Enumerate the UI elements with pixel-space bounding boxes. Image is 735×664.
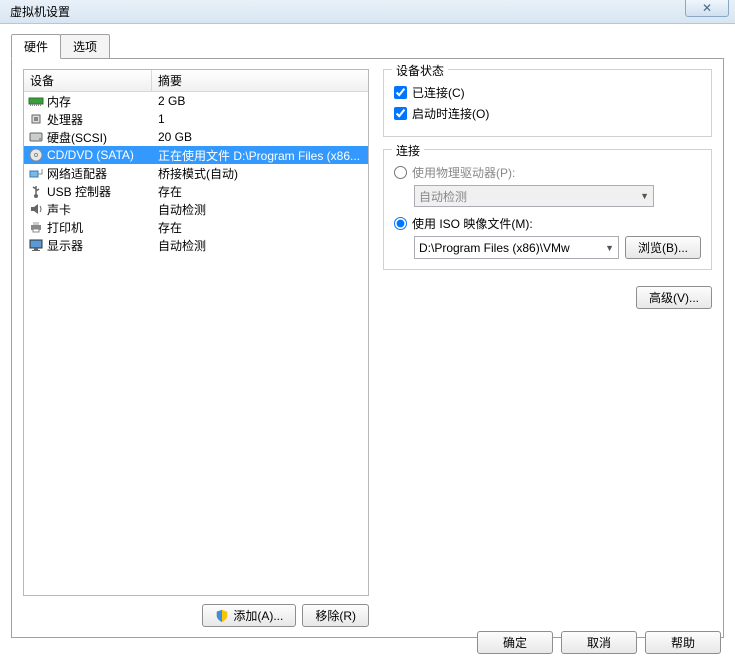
- device-row[interactable]: 硬盘(SCSI) 20 GB: [24, 128, 368, 146]
- usb-icon: [28, 183, 44, 199]
- device-name: 声卡: [47, 201, 71, 218]
- device-summary: 20 GB: [152, 130, 368, 144]
- chevron-down-icon: ▼: [605, 243, 614, 253]
- tab-hardware[interactable]: 硬件: [11, 34, 61, 59]
- group-status-title: 设备状态: [392, 62, 448, 79]
- device-name: 打印机: [47, 219, 83, 236]
- cd-icon: [28, 147, 44, 163]
- combo-iso-path[interactable]: D:\Program Files (x86)\VMw ▼: [414, 236, 619, 259]
- device-name: 显示器: [47, 237, 83, 254]
- device-name: 处理器: [47, 111, 83, 128]
- radio-iso-row[interactable]: 使用 ISO 映像文件(M):: [394, 215, 701, 232]
- iso-row: D:\Program Files (x86)\VMw ▼ 浏览(B)...: [414, 236, 701, 259]
- ok-button[interactable]: 确定: [477, 631, 553, 654]
- checkbox-connected-label: 已连接(C): [412, 84, 465, 101]
- checkbox-poweron-row[interactable]: 启动时连接(O): [394, 105, 701, 122]
- device-summary: 正在使用文件 D:\Program Files (x86...: [152, 147, 368, 164]
- col-header-device[interactable]: 设备: [24, 70, 152, 91]
- iso-path-value: D:\Program Files (x86)\VMw: [419, 241, 570, 255]
- device-row[interactable]: 网络适配器 桥接模式(自动): [24, 164, 368, 182]
- device-summary: 1: [152, 112, 368, 126]
- cancel-button[interactable]: 取消: [561, 631, 637, 654]
- device-name: 硬盘(SCSI): [47, 129, 107, 146]
- device-row[interactable]: CD/DVD (SATA) 正在使用文件 D:\Program Files (x8…: [24, 146, 368, 164]
- shield-icon: [215, 609, 229, 623]
- group-device-status: 设备状态 已连接(C) 启动时连接(O): [383, 69, 712, 137]
- right-panel: 设备状态 已连接(C) 启动时连接(O) 连接 使用物理驱动器(P): 自动检测: [383, 69, 712, 627]
- device-summary: 存在: [152, 219, 368, 236]
- checkbox-poweron[interactable]: [394, 107, 407, 120]
- tab-options[interactable]: 选项: [60, 34, 110, 59]
- group-connection-title: 连接: [392, 142, 424, 159]
- radio-iso-label: 使用 ISO 映像文件(M):: [412, 215, 533, 232]
- device-summary: 2 GB: [152, 94, 368, 108]
- combo-physical-value: 自动检测: [419, 188, 467, 205]
- advanced-button[interactable]: 高级(V)...: [636, 286, 712, 309]
- group-connection: 连接 使用物理驱动器(P): 自动检测 ▼ 使用 ISO 映像文件(M): D:…: [383, 149, 712, 270]
- radio-iso[interactable]: [394, 217, 407, 230]
- remove-button-label: 移除(R): [315, 607, 356, 624]
- device-summary: 存在: [152, 183, 368, 200]
- device-summary: 自动检测: [152, 237, 368, 254]
- titlebar: 虚拟机设置 ✕: [0, 0, 735, 24]
- display-icon: [28, 237, 44, 253]
- tab-content: 设备 摘要 内存 2 GB 处理器 1 硬盘(SCSI) 20 GB CD/DVD (SAT…: [11, 58, 724, 638]
- col-header-summary[interactable]: 摘要: [152, 72, 368, 89]
- sound-icon: [28, 201, 44, 217]
- browse-button-label: 浏览(B)...: [638, 239, 688, 256]
- advanced-row: 高级(V)...: [383, 286, 712, 309]
- help-button[interactable]: 帮助: [645, 631, 721, 654]
- remove-button[interactable]: 移除(R): [302, 604, 369, 627]
- advanced-button-label: 高级(V)...: [649, 289, 699, 306]
- device-row[interactable]: 处理器 1: [24, 110, 368, 128]
- browse-button[interactable]: 浏览(B)...: [625, 236, 701, 259]
- checkbox-connected[interactable]: [394, 86, 407, 99]
- hdd-icon: [28, 129, 44, 145]
- list-header: 设备 摘要: [24, 70, 368, 92]
- device-summary: 桥接模式(自动): [152, 165, 368, 182]
- device-name: 网络适配器: [47, 165, 107, 182]
- device-name: CD/DVD (SATA): [47, 148, 134, 162]
- checkbox-connected-row[interactable]: 已连接(C): [394, 84, 701, 101]
- radio-physical-row[interactable]: 使用物理驱动器(P):: [394, 164, 701, 181]
- add-button-label: 添加(A)...: [233, 607, 283, 624]
- device-name: 内存: [47, 93, 71, 110]
- chevron-down-icon: ▼: [640, 191, 649, 201]
- left-panel: 设备 摘要 内存 2 GB 处理器 1 硬盘(SCSI) 20 GB CD/DVD (SAT…: [23, 69, 369, 627]
- close-button[interactable]: ✕: [685, 0, 729, 17]
- combo-physical-drive[interactable]: 自动检测 ▼: [414, 185, 654, 207]
- device-row[interactable]: 声卡 自动检测: [24, 200, 368, 218]
- radio-physical[interactable]: [394, 166, 407, 179]
- device-list: 设备 摘要 内存 2 GB 处理器 1 硬盘(SCSI) 20 GB CD/DVD (SAT…: [23, 69, 369, 596]
- memory-icon: [28, 93, 44, 109]
- device-name: USB 控制器: [47, 183, 111, 200]
- device-row[interactable]: 内存 2 GB: [24, 92, 368, 110]
- net-icon: [28, 165, 44, 181]
- add-button[interactable]: 添加(A)...: [202, 604, 296, 627]
- left-buttons: 添加(A)... 移除(R): [23, 604, 369, 627]
- close-icon: ✕: [702, 1, 712, 15]
- checkbox-poweron-label: 启动时连接(O): [412, 105, 489, 122]
- bottom-buttons: 确定 取消 帮助: [477, 631, 721, 654]
- cpu-icon: [28, 111, 44, 127]
- tabs: 硬件 选项: [11, 34, 724, 59]
- device-summary: 自动检测: [152, 201, 368, 218]
- window-title: 虚拟机设置: [10, 3, 70, 20]
- radio-physical-label: 使用物理驱动器(P):: [412, 164, 515, 181]
- device-row[interactable]: 显示器 自动检测: [24, 236, 368, 254]
- device-row[interactable]: 打印机 存在: [24, 218, 368, 236]
- printer-icon: [28, 219, 44, 235]
- device-row[interactable]: USB 控制器 存在: [24, 182, 368, 200]
